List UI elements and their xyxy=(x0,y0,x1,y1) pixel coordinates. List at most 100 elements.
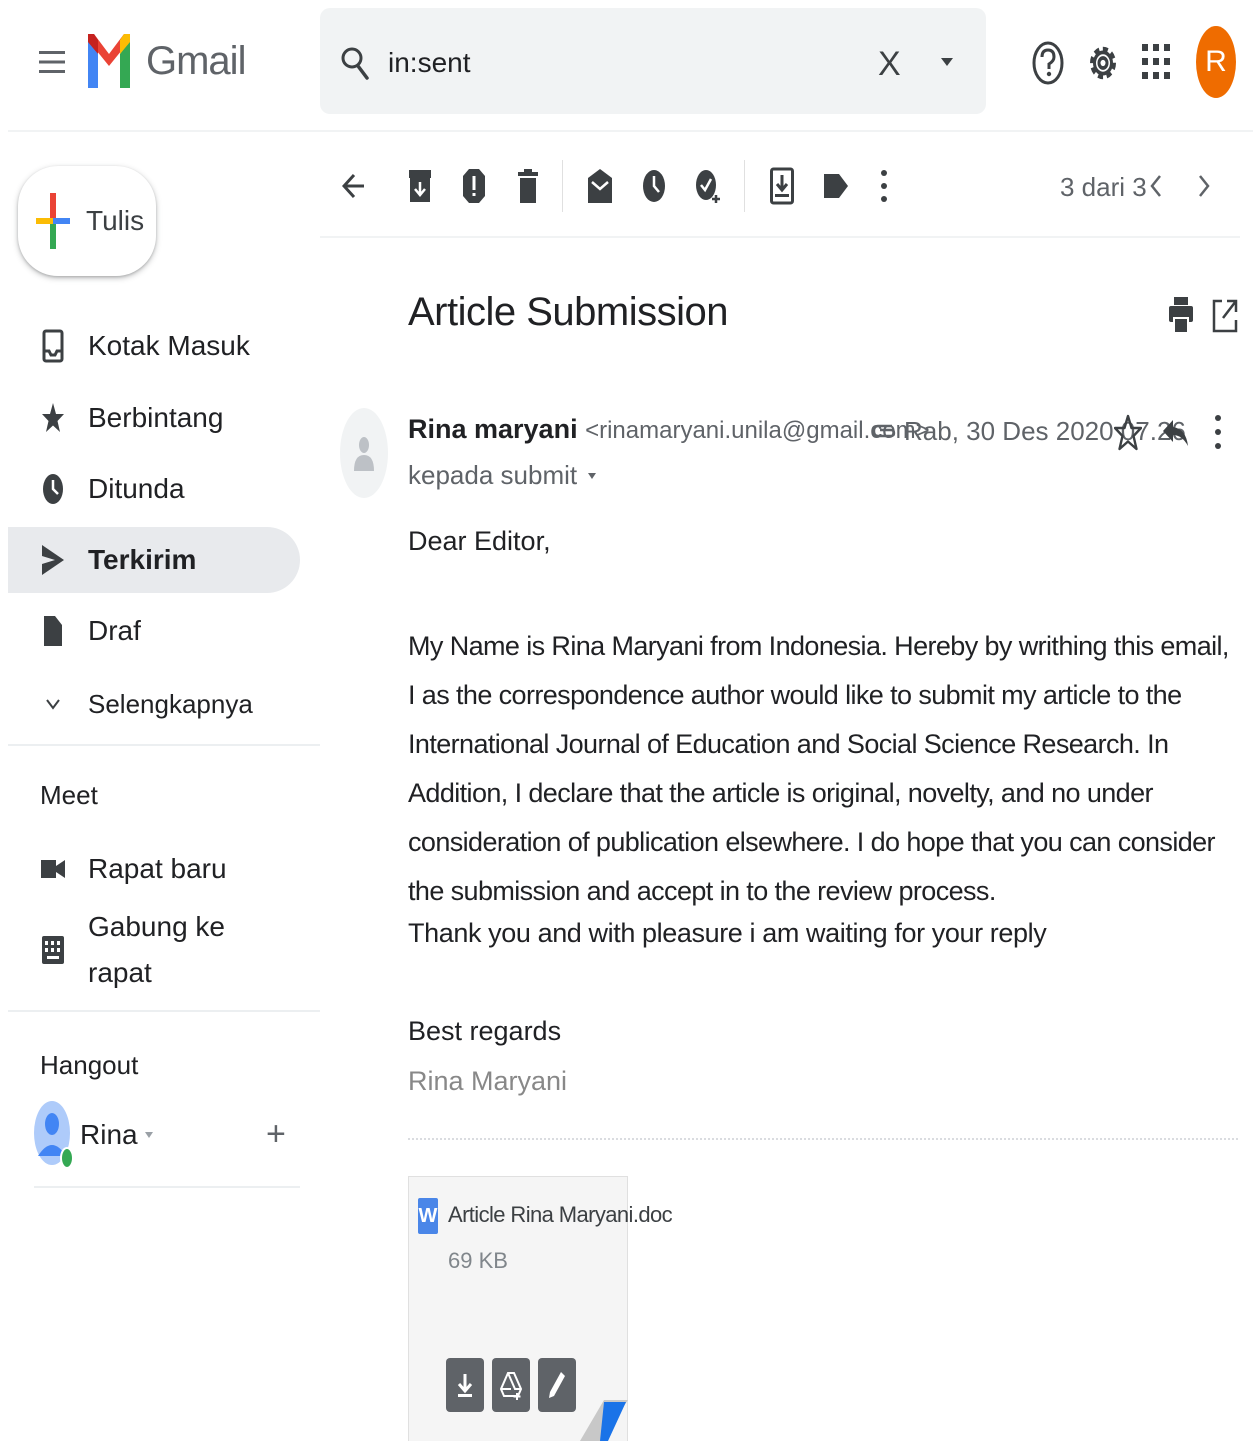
back-button[interactable] xyxy=(336,168,372,204)
clock-icon xyxy=(40,474,66,504)
search-input[interactable] xyxy=(388,40,848,86)
message-date: Rab, 30 Des 2020 07.26 xyxy=(904,416,1186,446)
search-options-button[interactable] xyxy=(938,56,956,68)
sidebar-item-drafts[interactable]: Draf xyxy=(8,598,300,664)
compose-button[interactable]: Tulis xyxy=(18,166,156,276)
download-icon xyxy=(457,1374,473,1397)
move-to-button[interactable] xyxy=(764,167,800,205)
message-body-paragraph: My Name is Rina Maryani from Indonesia. … xyxy=(408,631,1229,906)
sidebar-item-label: Draf xyxy=(88,615,141,646)
gear-icon xyxy=(1090,46,1116,80)
sidebar-item-sent[interactable]: Terkirim xyxy=(8,527,300,593)
meet-join-label-line1: Gabung ke xyxy=(88,911,225,942)
archive-icon xyxy=(409,170,431,202)
sender-line: Rina maryani <rinamaryani.unila@gmail.co… xyxy=(408,414,930,445)
reply-icon xyxy=(1163,420,1188,446)
app-name: Gmail xyxy=(146,38,246,83)
save-to-drive-button[interactable] xyxy=(492,1358,530,1412)
add-to-tasks-button[interactable] xyxy=(690,168,726,204)
caret-down-icon xyxy=(144,1132,153,1138)
sidebar-item-label: Terkirim xyxy=(88,544,197,575)
person-icon xyxy=(354,437,374,471)
star-icon xyxy=(40,403,66,433)
labels-button[interactable] xyxy=(818,168,854,204)
print-icon xyxy=(1169,297,1193,334)
apps-grid-icon xyxy=(1142,44,1170,79)
inbox-icon xyxy=(40,329,66,363)
message-closing: Best regards xyxy=(408,1016,562,1046)
attachment-name: Article Rina Maryani.doc xyxy=(448,1202,673,1227)
pagination-text: 3 dari 3 xyxy=(1060,172,1147,202)
message-greeting: Dear Editor, xyxy=(408,526,551,556)
pencil-icon xyxy=(549,1372,565,1398)
mark-unread-button[interactable] xyxy=(582,168,618,204)
clear-search-button[interactable]: X xyxy=(878,44,901,84)
archive-button[interactable] xyxy=(402,168,438,204)
recipient-details-toggle[interactable]: kepada submit xyxy=(408,460,597,491)
message-thanks: Thank you and with pleasure i am waiting… xyxy=(408,918,1047,948)
doc-corner-fold xyxy=(580,1400,628,1441)
attachment-icon xyxy=(872,420,896,442)
sidebar-item-more[interactable]: Selengkapnya xyxy=(8,671,300,737)
attachments-divider xyxy=(408,1138,1238,1140)
sidebar-divider xyxy=(34,1186,300,1188)
send-icon xyxy=(40,545,66,575)
message-signature: Rina Maryani xyxy=(408,1066,568,1096)
snooze-button[interactable] xyxy=(636,168,672,204)
edit-attachment-button[interactable] xyxy=(538,1358,576,1412)
word-doc-icon: W xyxy=(418,1198,438,1234)
attachment-size: 69 KB xyxy=(448,1248,508,1273)
sidebar-divider xyxy=(8,744,320,746)
clock-icon xyxy=(643,170,665,202)
sender-name[interactable]: Rina maryani xyxy=(408,414,578,444)
open-in-new-window-button[interactable] xyxy=(1212,298,1238,334)
caret-down-icon xyxy=(941,58,953,66)
recipient-text: kepada submit xyxy=(408,460,578,490)
chevron-left-icon xyxy=(1150,175,1161,197)
meet-join-meeting[interactable]: Gabung ke rapat xyxy=(8,900,300,1000)
reply-button[interactable] xyxy=(1162,416,1190,450)
video-camera-icon xyxy=(40,854,66,884)
google-apps-button[interactable] xyxy=(1140,42,1172,82)
caret-down-icon xyxy=(588,472,597,479)
drive-add-icon xyxy=(500,1372,522,1400)
delete-button[interactable] xyxy=(510,168,546,204)
toolbar-divider xyxy=(320,236,1240,238)
compose-label: Tulis xyxy=(86,205,145,236)
sidebar-item-label: Ditunda xyxy=(88,473,185,504)
sidebar-item-label: Berbintang xyxy=(88,402,224,433)
sidebar-item-starred[interactable]: Berbintang xyxy=(8,385,300,451)
mark-unread-icon xyxy=(588,169,612,203)
sidebar-item-snoozed[interactable]: Ditunda xyxy=(8,456,300,522)
add-task-icon xyxy=(696,170,720,203)
previous-button[interactable] xyxy=(1148,170,1164,202)
meet-new-meeting[interactable]: Rapat baru xyxy=(8,836,300,902)
draft-icon xyxy=(40,616,66,646)
gmail-logo[interactable]: Gmail xyxy=(86,30,246,92)
user-avatar-icon xyxy=(34,1101,74,1169)
star-button[interactable] xyxy=(1114,414,1142,452)
account-avatar[interactable]: R xyxy=(1196,26,1236,98)
sidebar-item-label: Selengkapnya xyxy=(88,688,253,719)
hangout-user-selector[interactable]: Rina xyxy=(34,1100,154,1170)
chevron-right-icon xyxy=(1199,175,1210,197)
search-icon[interactable] xyxy=(340,44,370,82)
more-actions-button[interactable] xyxy=(866,168,902,204)
settings-button[interactable] xyxy=(1084,40,1122,86)
toolbar-separator xyxy=(744,160,745,212)
add-hangout-button[interactable]: + xyxy=(266,1116,286,1152)
header-divider xyxy=(8,130,1253,132)
toolbar-separator xyxy=(562,160,563,212)
next-button[interactable] xyxy=(1196,170,1212,202)
hangout-heading: Hangout xyxy=(40,1050,139,1080)
download-attachment-button[interactable] xyxy=(446,1358,484,1412)
sender-avatar[interactable] xyxy=(340,408,388,498)
message-more-button[interactable] xyxy=(1214,414,1222,450)
report-spam-button[interactable] xyxy=(456,168,492,204)
print-button[interactable] xyxy=(1168,296,1194,334)
trash-icon xyxy=(518,169,538,203)
meet-heading: Meet xyxy=(40,780,98,810)
main-menu-button[interactable] xyxy=(30,40,74,84)
sidebar-item-inbox[interactable]: Kotak Masuk xyxy=(8,313,300,379)
help-button[interactable] xyxy=(1030,40,1066,86)
